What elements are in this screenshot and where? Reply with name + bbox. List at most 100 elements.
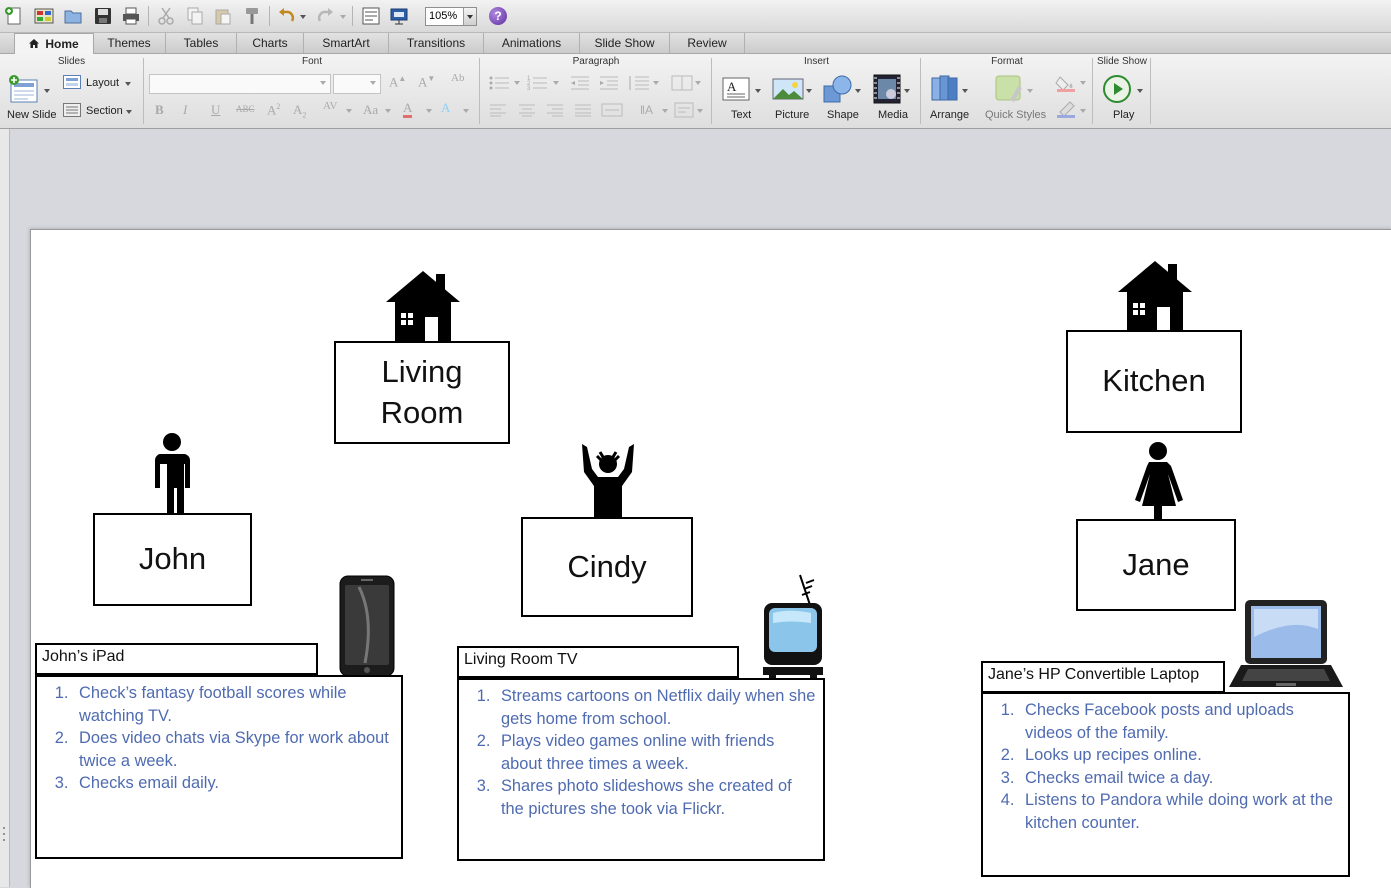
device-uses-list: Checks Facebook posts and uploads videos… (981, 692, 1350, 877)
list-item: Shares photo slideshows she created of t… (495, 775, 817, 820)
room-label: Kitchen (1102, 363, 1206, 399)
uses-list: Checks Facebook posts and uploads videos… (983, 694, 1348, 834)
help-icon[interactable]: ? (489, 7, 507, 25)
align-left-icon[interactable] (488, 102, 508, 123)
shape-icon[interactable] (822, 74, 854, 109)
gallery-icon[interactable] (34, 6, 54, 26)
arrange-icon[interactable] (930, 74, 960, 109)
text-box-icon[interactable]: A (722, 76, 752, 107)
room-box-kitchen: Kitchen (1066, 330, 1242, 433)
columns-icon[interactable] (671, 74, 693, 97)
numbering-icon[interactable]: 123 (527, 74, 551, 97)
cut-icon[interactable] (156, 6, 176, 26)
home-icon (29, 39, 40, 48)
strikethrough-icon[interactable]: ABC (236, 104, 255, 114)
woman-figure-icon (1132, 441, 1184, 526)
print-icon[interactable] (121, 6, 141, 26)
increase-indent-icon[interactable] (598, 74, 620, 97)
tab-slide-show[interactable]: Slide Show (580, 33, 670, 53)
underline-icon[interactable]: U (211, 102, 220, 118)
new-document-icon[interactable] (4, 6, 24, 26)
italic-icon[interactable]: I (183, 102, 187, 118)
slide-sorter-icon[interactable] (361, 6, 381, 26)
person-box-jane: Jane (1076, 519, 1236, 611)
group-title-font: Font (301, 56, 322, 67)
quick-styles-icon[interactable] (994, 74, 1024, 109)
shrink-font-icon[interactable]: A▼ (418, 74, 435, 90)
clear-formatting-icon[interactable]: Ab (451, 72, 464, 84)
grow-font-icon[interactable]: A▲ (389, 74, 406, 90)
text-direction-icon[interactable]: ‖A (638, 100, 660, 123)
picture-icon[interactable] (772, 76, 804, 107)
align-text-icon[interactable] (674, 102, 694, 123)
group-title-format: Format (991, 56, 1023, 67)
list-item: Listens to Pandora while doing work at t… (1019, 789, 1342, 834)
tab-animations[interactable]: Animations (484, 33, 580, 53)
tab-review[interactable]: Review (670, 33, 745, 53)
person-box-cindy: Cindy (521, 517, 693, 617)
tab-transitions[interactable]: Transitions (389, 33, 484, 53)
media-icon[interactable] (873, 74, 901, 109)
text-button[interactable]: Text (731, 109, 751, 121)
house-icon (1117, 259, 1193, 336)
device-title-johns-ipad: John’s iPad (35, 643, 318, 675)
text-effects-icon[interactable]: A (441, 100, 450, 116)
play-icon[interactable] (1103, 75, 1131, 108)
copy-icon[interactable] (185, 6, 205, 26)
align-right-icon[interactable] (545, 102, 565, 123)
girl-cheering-icon (576, 444, 640, 525)
undo-icon[interactable] (277, 6, 297, 26)
group-title-slide-show: Slide Show (1096, 56, 1148, 67)
picture-button[interactable]: Picture (775, 109, 809, 121)
device-uses-list: Check’s fantasy football scores while wa… (35, 675, 403, 859)
quick-access-toolbar: 105% ? (0, 0, 1391, 33)
line-spacing-icon[interactable] (627, 74, 651, 97)
decrease-indent-icon[interactable] (569, 74, 591, 97)
superscript-icon[interactable]: A2 (267, 102, 280, 118)
slide-thumbnail-pane-edge[interactable] (0, 129, 10, 887)
layout-button[interactable]: Layout (86, 77, 119, 89)
pane-resize-handle-icon[interactable] (1, 825, 10, 845)
quick-styles-button[interactable]: Quick Styles (985, 109, 1046, 121)
list-item: Looks up recipes online. (1019, 744, 1342, 767)
distributed-icon[interactable] (601, 102, 623, 123)
room-box-living-room: Living Room (334, 341, 510, 444)
shape-button[interactable]: Shape (827, 109, 859, 121)
align-center-icon[interactable] (517, 102, 537, 123)
tab-smartart[interactable]: SmartArt (304, 33, 389, 53)
section-button[interactable]: Section (86, 105, 123, 117)
change-case-icon[interactable]: Aa (363, 102, 378, 118)
bold-icon[interactable]: B (155, 102, 164, 118)
device-title-janes-laptop: Jane’s HP Convertible Laptop (981, 661, 1225, 693)
subscript-icon[interactable]: A2 (293, 102, 306, 120)
chevron-down-icon[interactable] (463, 8, 476, 25)
shape-fill-icon[interactable] (1055, 74, 1077, 97)
font-color-icon[interactable]: A (403, 100, 413, 118)
font-name-input[interactable] (149, 74, 331, 94)
new-slide-button[interactable]: New Slide (7, 109, 57, 121)
section-icon (63, 103, 81, 122)
uses-list: Streams cartoons on Netflix daily when s… (459, 680, 823, 820)
tab-home[interactable]: Home (14, 33, 94, 55)
bullets-icon[interactable] (488, 74, 528, 97)
list-item: Does video chats via Skype for work abou… (73, 727, 395, 772)
slideshow-view-icon[interactable] (389, 6, 409, 26)
justify-icon[interactable] (573, 102, 593, 123)
paste-icon[interactable] (213, 6, 233, 26)
character-spacing-icon[interactable]: AV (323, 100, 337, 112)
tab-charts[interactable]: Charts (237, 33, 304, 53)
format-painter-icon[interactable] (242, 6, 262, 26)
tab-themes[interactable]: Themes (93, 33, 166, 53)
tab-tables[interactable]: Tables (166, 33, 237, 53)
media-button[interactable]: Media (878, 109, 908, 121)
arrange-button[interactable]: Arrange (930, 109, 969, 121)
zoom-select[interactable]: 105% (425, 7, 477, 26)
redo-icon[interactable] (315, 6, 335, 26)
save-icon[interactable] (93, 6, 113, 26)
play-button[interactable]: Play (1113, 109, 1134, 121)
new-slide-icon[interactable] (8, 74, 40, 109)
shape-outline-icon[interactable] (1055, 100, 1077, 123)
svg-text:A: A (727, 79, 737, 94)
slide-canvas[interactable]: Living Room Kitchen John Cindy Jane John… (30, 229, 1391, 888)
open-icon[interactable] (63, 6, 83, 26)
